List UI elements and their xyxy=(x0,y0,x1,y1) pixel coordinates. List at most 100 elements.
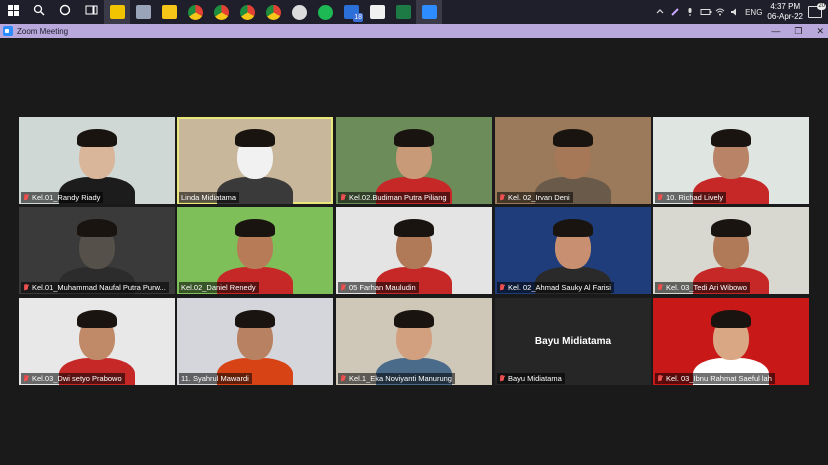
participant-hair xyxy=(235,310,275,328)
close-icon[interactable]: ✕ xyxy=(816,26,824,37)
participant-tile[interactable]: Linda Midiatama xyxy=(177,117,333,204)
taskbar-app-12[interactable] xyxy=(312,0,338,24)
participant-name: Kel.02_Daniel Renedy xyxy=(181,283,256,292)
taskbar-app-2[interactable] xyxy=(52,0,78,24)
participant-name-tag: Kel.1_Eka Noviyanti Manurung xyxy=(338,373,455,384)
language-indicator[interactable]: ENG xyxy=(745,8,762,17)
participant-video xyxy=(495,207,651,294)
participant-tile[interactable]: Kel.1_Eka Noviyanti Manurung xyxy=(336,298,492,385)
participant-name-tag: Kel. 02_Ahmad Sauky Al Farisi xyxy=(497,282,614,293)
participant-hair xyxy=(711,310,751,328)
participant-tile[interactable]: 10. Richad Lively xyxy=(653,117,809,204)
participant-video xyxy=(19,298,175,385)
participant-tile[interactable]: 11. Syahrul Mawardi xyxy=(177,298,333,385)
clock-date: 06-Apr-22 xyxy=(767,12,803,21)
participant-tile[interactable]: Kel.01_Randy Riady xyxy=(19,117,175,204)
obs-icon xyxy=(291,4,307,20)
notification-center-icon[interactable]: 20 xyxy=(808,3,826,18)
participant-tile[interactable]: Kel.01_Muhammad Naufal Putra Purw... xyxy=(19,207,175,294)
participant-name: Kel.01_Muhammad Naufal Putra Purw... xyxy=(32,283,166,292)
participant-hair xyxy=(77,310,117,328)
taskbar-app-13[interactable]: 18 xyxy=(338,0,364,24)
participant-name: Kel.03_Dwi setyo Prabowo xyxy=(32,374,122,383)
participant-video xyxy=(653,207,809,294)
participant-name: 10. Richad Lively xyxy=(666,193,724,202)
minimize-icon[interactable]: — xyxy=(771,26,780,36)
chevron-up-icon[interactable] xyxy=(655,7,665,17)
taskbar-app-10[interactable] xyxy=(260,0,286,24)
mic-muted-icon xyxy=(657,374,663,383)
system-tray: ENG 4:37 PM 06-Apr-22 20 xyxy=(655,0,828,24)
wifi-icon[interactable] xyxy=(715,7,725,17)
participant-name-tag: Linda Midiatama xyxy=(179,192,240,203)
participant-video xyxy=(336,207,492,294)
microphone-icon[interactable] xyxy=(685,7,695,17)
participant-name-tag: Kel.02.Budiman Putra Piliang xyxy=(338,192,450,203)
gallery-view: Kel.01_Randy Riady Linda Midiatama Kel.02.… xyxy=(0,38,828,465)
participant-name-tag: 10. Richad Lively xyxy=(655,192,727,203)
task-view-icon xyxy=(85,3,98,21)
participant-name: Bayu Midiatama xyxy=(508,374,562,383)
mic-muted-icon xyxy=(499,283,505,292)
zoom-icon xyxy=(421,5,437,19)
participant-name-tag: Kel. 03_Ibnu Rahmat Saeful lah xyxy=(655,373,775,384)
participant-hair xyxy=(394,219,434,237)
participant-name: 05 Farhan Mauludin xyxy=(349,283,416,292)
taskbar-app-1[interactable] xyxy=(26,0,52,24)
scanner-icon xyxy=(135,5,151,19)
participant-tile[interactable]: Kel.02.Budiman Putra Piliang xyxy=(336,117,492,204)
mic-muted-icon xyxy=(499,374,505,383)
windows-start-icon xyxy=(7,3,19,21)
participant-video xyxy=(177,117,333,204)
mic-muted-icon xyxy=(340,283,346,292)
taskbar-app-5[interactable] xyxy=(130,0,156,24)
restore-icon[interactable]: ❐ xyxy=(794,26,802,37)
taskbar-badge: 18 xyxy=(353,13,363,22)
mic-muted-icon xyxy=(23,374,29,383)
participant-hair xyxy=(77,219,117,237)
participant-tile[interactable]: Kel.03_Dwi setyo Prabowo xyxy=(19,298,175,385)
taskbar-app-9[interactable] xyxy=(234,0,260,24)
taskbar-app-7[interactable] xyxy=(182,0,208,24)
participant-name-tag: Bayu Midiatama xyxy=(497,373,565,384)
zoom-window-icon xyxy=(3,26,13,36)
participant-video xyxy=(177,298,333,385)
participant-tile[interactable]: Kel. 03_Ibnu Rahmat Saeful lah xyxy=(653,298,809,385)
participant-name-tag: Kel.03_Dwi setyo Prabowo xyxy=(21,373,125,384)
mic-muted-icon xyxy=(657,283,663,292)
participant-name-tag: Kel.01_Muhammad Naufal Putra Purw... xyxy=(21,282,169,293)
participant-name: Kel. 02_Irvan Deni xyxy=(508,193,570,202)
volume-icon[interactable] xyxy=(730,7,740,17)
clock[interactable]: 4:37 PM 06-Apr-22 xyxy=(767,2,803,22)
participant-tile[interactable]: Kel. 02_Ahmad Sauky Al Farisi xyxy=(495,207,651,294)
chrome-icon xyxy=(265,4,281,20)
participant-tile[interactable]: Kel. 02_Irvan Deni xyxy=(495,117,651,204)
battery-icon[interactable] xyxy=(700,7,712,17)
participant-tile[interactable]: 05 Farhan Mauludin xyxy=(336,207,492,294)
participant-name-tag: 11. Syahrul Mawardi xyxy=(179,373,252,384)
pen-icon[interactable] xyxy=(670,7,680,17)
participant-hair xyxy=(711,129,751,147)
participant-tile[interactable]: Kel. 03_Tedi Ari Wibowo xyxy=(653,207,809,294)
zoom-title-bar: Zoom Meeting — ❐ ✕ xyxy=(0,24,828,38)
taskbar-app-16[interactable] xyxy=(416,0,442,24)
participant-name: 11. Syahrul Mawardi xyxy=(181,374,249,383)
participant-video xyxy=(336,117,492,204)
participant-video xyxy=(177,207,333,294)
taskbar-app-0[interactable] xyxy=(0,0,26,24)
participant-video xyxy=(653,117,809,204)
sticky-notes-icon xyxy=(109,5,125,19)
taskbar-app-15[interactable] xyxy=(390,0,416,24)
participant-tile[interactable]: Bayu Midiatama Bayu Midiatama xyxy=(495,298,651,385)
participant-name: Kel.02.Budiman Putra Piliang xyxy=(349,193,447,202)
mic-muted-icon xyxy=(23,193,29,202)
taskbar-app-3[interactable] xyxy=(78,0,104,24)
participant-video xyxy=(653,298,809,385)
taskbar-app-8[interactable] xyxy=(208,0,234,24)
taskbar-app-4[interactable] xyxy=(104,0,130,24)
taskbar-app-14[interactable] xyxy=(364,0,390,24)
taskbar-app-6[interactable] xyxy=(156,0,182,24)
taskbar-app-11[interactable] xyxy=(286,0,312,24)
participant-tile[interactable]: Kel.02_Daniel Renedy xyxy=(177,207,333,294)
file-explorer-icon xyxy=(161,5,177,19)
